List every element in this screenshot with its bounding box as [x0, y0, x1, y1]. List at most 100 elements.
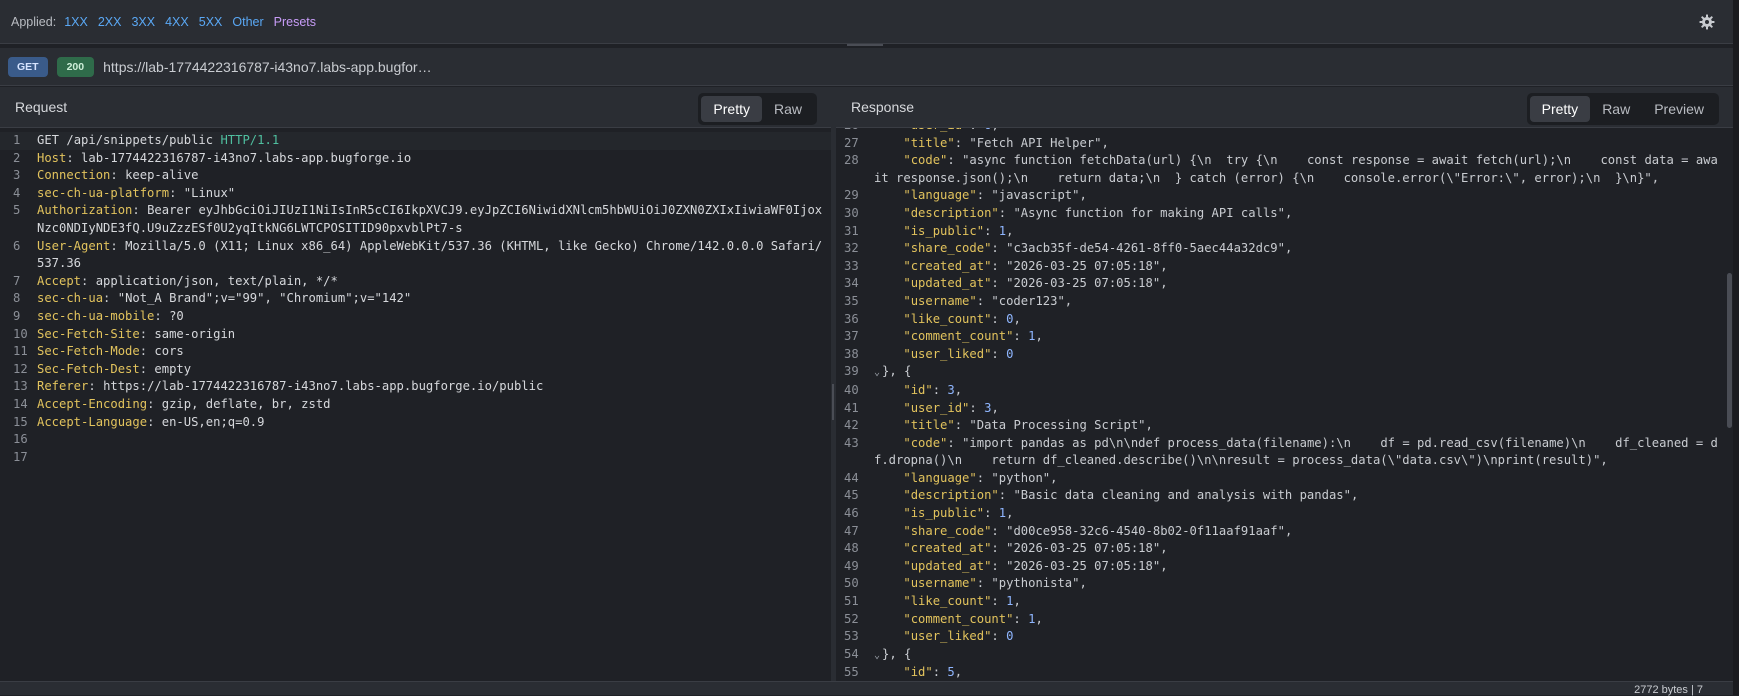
request-header-line: 15 Accept-Language: en-US,en;q=0.9 — [0, 414, 831, 432]
gear-icon[interactable] — [1699, 14, 1715, 30]
response-line-text: "like_count": 0, — [903, 311, 1021, 326]
line-number: 3 — [13, 168, 21, 183]
response-line-text: "id": 5, — [903, 665, 963, 680]
request-blank-line: 16 — [0, 431, 831, 449]
response-scrollbar[interactable] — [1725, 128, 1733, 681]
response-line-text: "created_at": "2026-03-25 07:05:18", — [903, 541, 1168, 556]
response-line-text: ⌄}, { — [874, 646, 1719, 665]
json-value: "2026-03-25 07:05:18" — [1006, 258, 1161, 273]
tab-response-raw[interactable]: Raw — [1590, 96, 1642, 122]
header-value: gzip, deflate, br, zstd — [161, 396, 331, 411]
fold-chevron-icon[interactable]: ⌄ — [874, 650, 880, 661]
response-line: 35 "username": "coder123", — [836, 293, 1719, 311]
request-view-tabs: Pretty Raw — [698, 93, 817, 125]
header-name: User-Agent — [37, 238, 111, 253]
response-line: 52 "comment_count": 1, — [836, 611, 1719, 629]
line-number: 29 — [844, 188, 859, 203]
json-value: "2026-03-25 07:05:18" — [1006, 541, 1161, 556]
json-value: 1 — [998, 506, 1007, 521]
filter-5xx[interactable]: 5XX — [199, 15, 223, 29]
response-line-text: "is_public": 1, — [903, 506, 1014, 521]
header-text: Accept-Encoding: gzip, deflate, br, zstd — [37, 396, 331, 411]
line-number: 11 — [13, 344, 28, 359]
response-editor[interactable]: 26 "user_id": 6,27 "title": "Fetch API H… — [836, 128, 1733, 681]
request-header: Request Pretty Raw — [0, 87, 831, 128]
json-key: "user_liked" — [903, 629, 992, 644]
header-text: Referer: https://lab-1774422316787-i43no… — [37, 379, 544, 394]
request-header-line: 11 Sec-Fetch-Mode: cors — [0, 343, 831, 361]
filter-2xx[interactable]: 2XX — [98, 15, 122, 29]
json-key: "user_id" — [903, 400, 970, 415]
json-value: "d00ce958-32c6-4540-8b02-0f11aaf91aaf" — [1006, 523, 1285, 538]
tab-request-pretty[interactable]: Pretty — [701, 96, 762, 122]
json-value: 0 — [1006, 346, 1014, 361]
json-key: "created_at" — [903, 541, 992, 556]
response-line: 55 "id": 5, — [836, 664, 1719, 681]
tab-response-pretty[interactable]: Pretty — [1529, 96, 1591, 122]
header-name: sec-ch-ua-mobile — [37, 308, 155, 323]
line-number: 35 — [844, 293, 859, 308]
response-line-text: "share_code": "d00ce958-32c6-4540-8b02-0… — [903, 523, 1293, 538]
fold-chevron-icon[interactable]: ⌄ — [874, 367, 880, 378]
response-line: 46 "is_public": 1, — [836, 505, 1719, 523]
response-line: 53 "user_liked": 0 — [836, 628, 1719, 646]
header-value: ?0 — [169, 308, 184, 323]
json-value: 1 — [1028, 611, 1036, 626]
request-header-line: 4 sec-ch-ua-platform: "Linux" — [0, 185, 831, 203]
panel-resize-handle[interactable] — [847, 44, 883, 46]
response-line-text: "language": "python", — [903, 470, 1058, 485]
response-line-text: "code": "async function fetchData(url) {… — [874, 153, 1718, 185]
filter-1xx[interactable]: 1XX — [64, 15, 88, 29]
window-scrollbar[interactable] — [1733, 0, 1739, 695]
response-line: 38 "user_liked": 0 — [836, 346, 1719, 364]
json-key: "code" — [903, 153, 948, 168]
json-key: "comment_count" — [903, 329, 1014, 344]
response-body: 26 "user_id": 6,27 "title": "Fetch API H… — [836, 128, 1733, 681]
response-line-text: "comment_count": 1, — [903, 329, 1043, 344]
filter-3xx[interactable]: 3XX — [131, 15, 155, 29]
response-line: 33 "created_at": "2026-03-25 07:05:18", — [836, 258, 1719, 276]
line-number: 16 — [13, 432, 28, 447]
response-line-text: "user_liked": 0 — [903, 629, 1014, 644]
tab-response-preview[interactable]: Preview — [1642, 96, 1716, 122]
response-line-text: "description": "Async function for makin… — [903, 205, 1293, 220]
header-value: "Linux" — [183, 185, 236, 200]
response-line-text: "is_public": 1, — [903, 223, 1014, 238]
json-key: "like_count" — [903, 594, 992, 609]
json-value: 5 — [947, 665, 955, 680]
presets-link[interactable]: Presets — [274, 15, 316, 29]
response-line-text: "like_count": 1, — [903, 594, 1021, 609]
response-scrollbar-thumb[interactable] — [1727, 273, 1732, 428]
header-value: same-origin — [154, 326, 236, 341]
request-line-1: 1 GET /api/snippets/public HTTP/1.1 — [0, 132, 831, 150]
request-title: Request — [15, 99, 68, 115]
response-line: 54 ⌄}, { — [836, 646, 1719, 665]
response-line: 44 "language": "python", — [836, 470, 1719, 488]
response-line: 41 "user_id": 3, — [836, 400, 1719, 418]
line-number: 38 — [844, 346, 859, 361]
line-number: 1 — [13, 133, 21, 147]
line-number: 45 — [844, 488, 859, 503]
filter-other[interactable]: Other — [232, 15, 263, 29]
line-number: 52 — [844, 611, 859, 626]
json-value: "async function fetchData(url) {\n try {… — [874, 153, 1718, 185]
request-url[interactable]: https://lab-1774422316787-i43no7.labs-ap… — [103, 59, 431, 75]
header-name: Authorization — [37, 203, 133, 218]
filter-4xx[interactable]: 4XX — [165, 15, 189, 29]
tab-request-raw[interactable]: Raw — [762, 96, 814, 122]
header-text: sec-ch-ua-mobile: ?0 — [37, 308, 184, 323]
pane-splitter-grip[interactable] — [832, 384, 834, 420]
request-editor[interactable]: 1 GET /api/snippets/public HTTP/1.1 2 Hos… — [0, 128, 831, 466]
response-line-text: "created_at": "2026-03-25 07:05:18", — [903, 258, 1168, 273]
request-blank-line: 17 — [0, 449, 831, 467]
response-line: 34 "updated_at": "2026-03-25 07:05:18", — [836, 275, 1719, 293]
json-value: "c3acb35f-de54-4261-8ff0-5aec44a32dc9" — [1006, 241, 1285, 256]
request-path: /api/snippets/public — [66, 133, 214, 147]
status-badge: 200 — [56, 56, 95, 77]
line-number: 6 — [13, 238, 21, 253]
response-line: 37 "comment_count": 1, — [836, 328, 1719, 346]
header-text: Accept-Language: en-US,en;q=0.9 — [37, 414, 265, 429]
line-number: 53 — [844, 629, 859, 644]
line-number: 46 — [844, 506, 859, 521]
blank-text — [37, 431, 831, 449]
